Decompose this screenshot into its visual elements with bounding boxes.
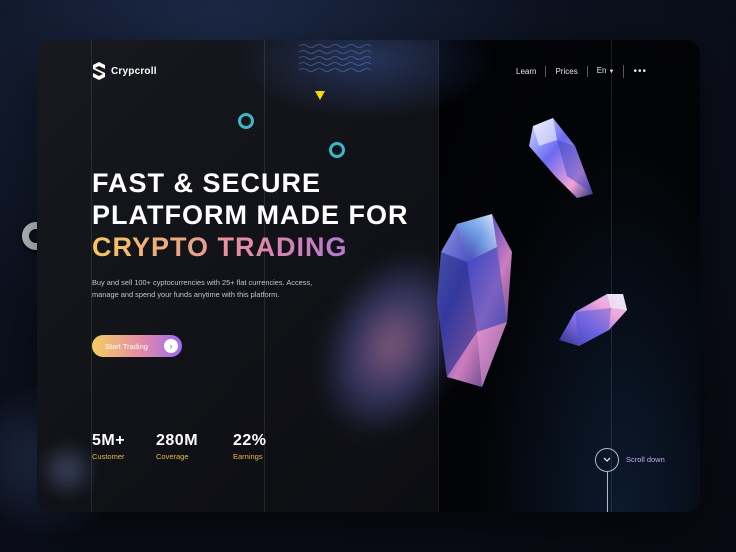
scroll-down-link[interactable]: Scroll down (626, 455, 665, 464)
hero-card: Crypcroll Learn Prices En ▼ ••• FAST & S… (37, 40, 700, 512)
wave-pattern (299, 44, 372, 72)
stat-coverage: 280M Coverage (156, 432, 198, 461)
top-nav: Learn Prices En ▼ ••• (507, 65, 647, 78)
stat-value: 22% (233, 432, 267, 449)
blurred-crystal (37, 440, 97, 500)
nav-prices[interactable]: Prices (546, 66, 588, 77)
stat-customer: 5M+ Customer (92, 432, 125, 461)
more-menu-icon[interactable]: ••• (624, 66, 647, 77)
crystal-image (529, 118, 593, 198)
language-label: En (596, 66, 607, 75)
start-trading-button[interactable]: Start Trading › (92, 335, 182, 357)
headline-line: PLATFORM MADE FOR (92, 200, 409, 230)
hero-headline: FAST & SECURE PLATFORM MADE FOR CRYPTO T… (92, 167, 408, 263)
chevron-down-icon (603, 457, 611, 462)
stat-label: Earnings (233, 452, 263, 461)
triangle-decoration (315, 91, 325, 100)
stat-value: 280M (156, 432, 199, 449)
language-select[interactable]: En ▼ (588, 65, 625, 78)
nav-learn[interactable]: Learn (507, 66, 547, 77)
logo-icon (93, 62, 105, 80)
hero-description: Buy and sell 100+ cyptocurrencies with 2… (92, 278, 313, 299)
scroll-down-button[interactable] (595, 448, 619, 472)
stat-earnings: 22% Earnings (233, 432, 267, 461)
start-trading-label: Start Trading (105, 341, 148, 351)
brand-logo[interactable]: Crypcroll (92, 62, 157, 80)
headline-highlight: CRYPTO TRADING (92, 231, 408, 263)
stat-label: Customer (92, 452, 125, 461)
scroll-line (607, 472, 608, 512)
stat-value: 5M+ (92, 432, 126, 449)
brand-name: Crypcroll (111, 65, 157, 77)
headline-line: FAST & SECURE (92, 168, 322, 198)
arrow-right-icon: › (164, 339, 178, 353)
ring-decoration (329, 142, 345, 158)
chevron-down-icon: ▼ (608, 69, 615, 75)
crystal-image (437, 214, 512, 387)
grid-line (611, 40, 612, 512)
stat-label: Coverage (156, 452, 189, 461)
crystal-image (559, 294, 627, 346)
ring-decoration (238, 113, 254, 129)
